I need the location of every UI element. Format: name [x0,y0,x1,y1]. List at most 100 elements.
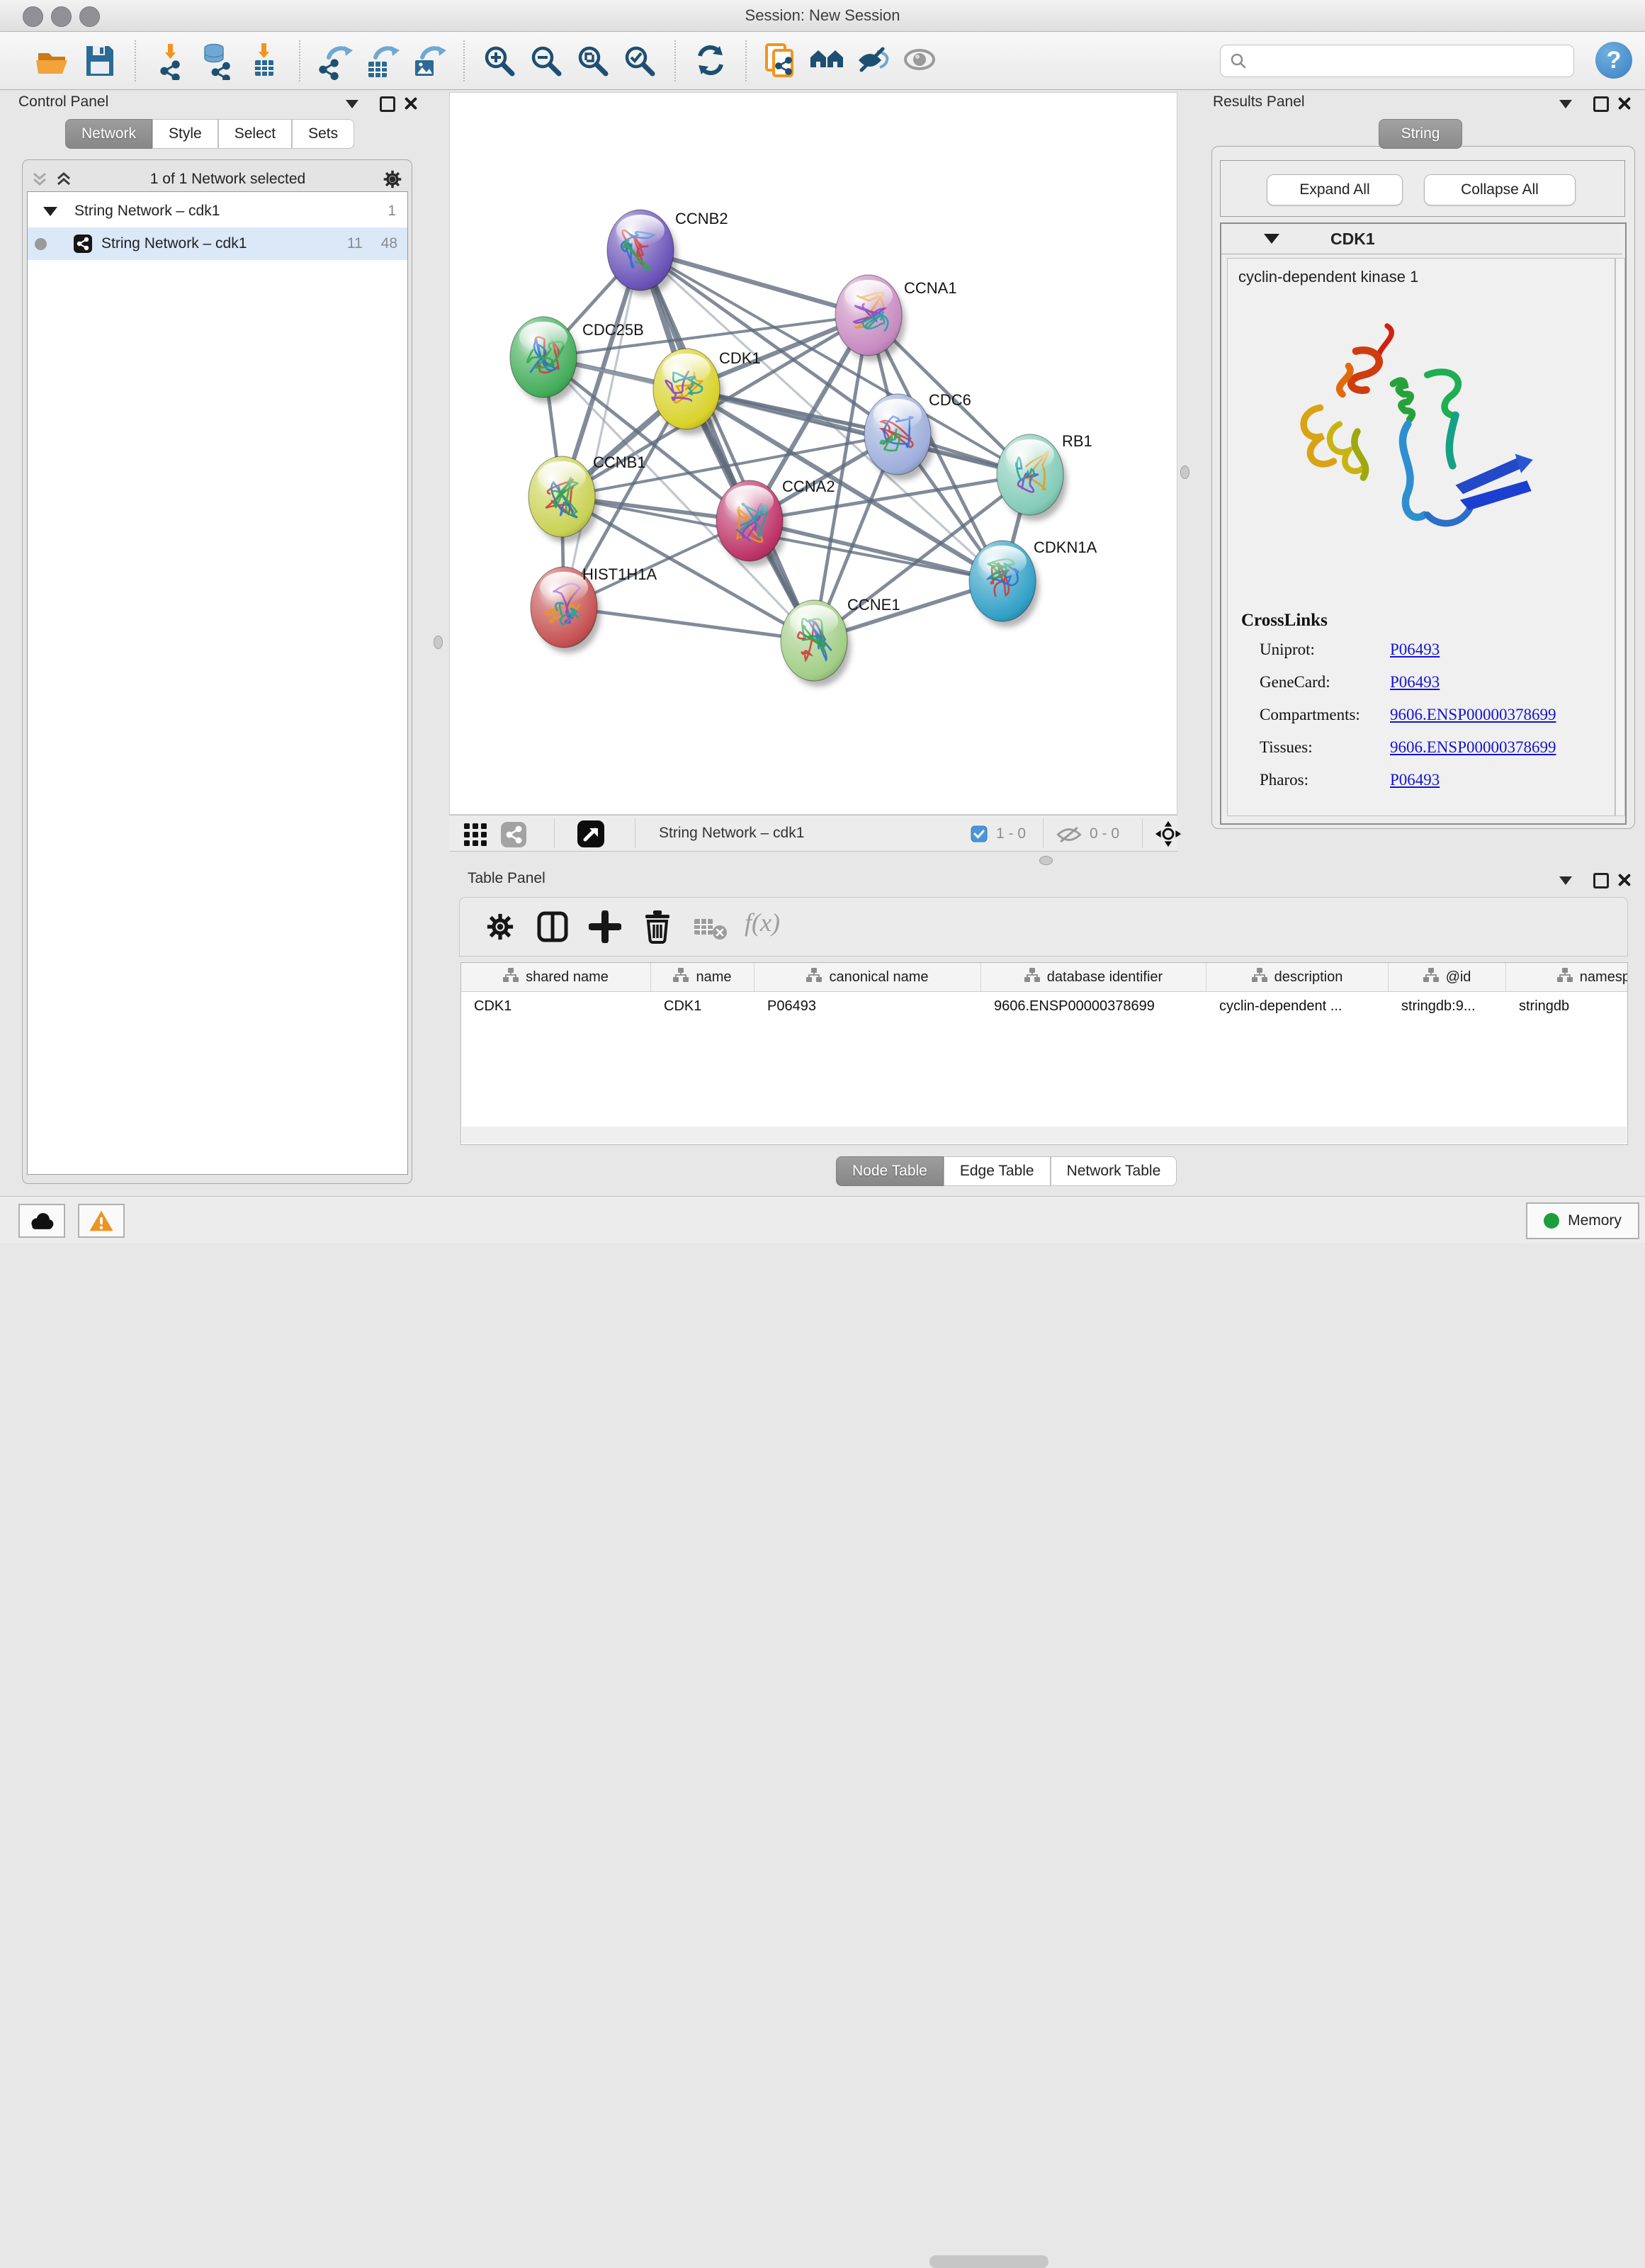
edge-HIST1H1A-CCNE1[interactable] [564,607,814,641]
gene-section-header[interactable]: CDK1 [1221,224,1622,254]
collapse-all-icon[interactable] [30,170,50,188]
table-cell[interactable]: CDK1 [461,991,651,1021]
collapse-all-button[interactable]: Collapse All [1424,174,1576,205]
right-splitter-handle[interactable] [1180,466,1189,479]
selected-checkbox-icon[interactable] [971,825,988,842]
export-image-icon[interactable] [405,38,452,84]
gene-expander-icon[interactable] [1264,234,1279,244]
table-scrollbar-thumb[interactable] [929,2255,1048,2268]
show-all-icon[interactable] [898,38,945,84]
edge-CCNB2-CCNE1[interactable] [640,250,814,641]
function-builder-icon[interactable]: f(x) [745,908,780,937]
memory-button[interactable]: Memory [1526,1202,1639,1239]
collection-expander-icon[interactable] [43,207,57,216]
table-cell[interactable]: P06493 [754,991,981,1021]
zoom-in-icon[interactable] [476,38,523,84]
crosslink-link[interactable]: 9606.ENSP00000378699 [1390,738,1556,757]
tab-node-table[interactable]: Node Table [836,1156,944,1186]
bottom-splitter-handle[interactable] [1039,856,1053,865]
hide-unselected-icon[interactable] [852,38,898,84]
column-header-database-identifier[interactable]: database identifier [981,963,1206,991]
results-panel-float-icon[interactable] [1593,96,1609,115]
show-columns-icon[interactable] [536,910,569,943]
node-CCNE1[interactable] [781,600,851,687]
node-CCNB1[interactable] [528,456,599,543]
tab-network[interactable]: Network [65,119,152,149]
crosslink-link[interactable]: P06493 [1390,771,1440,789]
grid-view-icon[interactable] [463,823,487,847]
network-collection-row[interactable]: String Network – cdk1 1 [28,195,407,227]
cloud-status-button[interactable] [18,1204,65,1238]
share-document-icon[interactable] [758,38,805,84]
help-button[interactable]: ? [1595,42,1632,79]
network-row-selected[interactable]: String Network – cdk1 11 48 [28,227,407,260]
column-header--id[interactable]: @id [1389,963,1506,991]
column-header-namespace[interactable]: namespace [1506,963,1628,991]
table-settings-gear-icon[interactable] [485,912,515,942]
column-header-canonical-name[interactable]: canonical name [754,963,981,991]
node-table[interactable]: shared namenamecanonical namedatabase id… [460,962,1628,1145]
table-panel-float-icon[interactable] [1593,873,1609,892]
import-network-icon[interactable] [147,38,194,84]
results-scrollbar[interactable] [1615,258,1625,816]
node-CDK1[interactable] [653,349,723,435]
column-header-name[interactable]: name [651,963,754,991]
table-horizontal-scrollbar[interactable] [462,1127,1627,1144]
delete-column-trash-icon[interactable] [641,909,674,944]
tab-string[interactable]: String [1379,119,1462,149]
control-panel-menu-icon[interactable] [346,99,358,112]
export-table-icon[interactable] [358,38,405,84]
edge-CDK1-RB1[interactable] [686,389,1030,475]
table-row[interactable]: CDK1CDK1P064939606.ENSP00000378699cyclin… [461,991,1628,1021]
home-network-icon[interactable] [805,38,852,84]
tab-select[interactable]: Select [218,119,292,149]
fit-content-icon[interactable] [1155,820,1182,847]
gear-icon[interactable] [382,169,403,190]
tab-edge-table[interactable]: Edge Table [944,1156,1051,1186]
control-panel-close-icon[interactable] [404,96,418,114]
warning-status-button[interactable] [78,1204,125,1238]
table-cell[interactable]: CDK1 [651,991,754,1021]
search-input[interactable] [1248,52,1573,70]
crosslink-link[interactable]: 9606.ENSP00000378699 [1390,706,1556,724]
zoom-selected-icon[interactable] [616,38,663,84]
table-cell[interactable]: cyclin-dependent ... [1206,991,1389,1021]
tab-style[interactable]: Style [152,119,218,149]
tab-network-table[interactable]: Network Table [1051,1156,1177,1186]
network-canvas[interactable]: CCNB2CCNA1CDC25BCDK1CDC6RB1CCNB1CCNA2CDK… [449,92,1177,815]
node-CCNA2[interactable] [716,480,786,567]
delete-table-icon[interactable] [694,916,728,940]
edge-CCNB2-HIST1H1A[interactable] [564,250,640,607]
save-floppy-icon[interactable] [77,38,123,84]
crosslink-link[interactable]: P06493 [1390,673,1440,692]
expand-all-icon[interactable] [54,170,74,188]
tab-sets[interactable]: Sets [292,119,354,149]
column-header-shared-name[interactable]: shared name [461,963,651,991]
left-splitter-handle[interactable] [434,636,443,649]
table-cell[interactable]: 9606.ENSP00000378699 [981,991,1206,1021]
node-CCNB2[interactable] [607,210,677,296]
zoom-fit-icon[interactable] [570,38,616,84]
node-RB1[interactable] [997,434,1067,521]
network-graph[interactable]: CCNB2CCNA1CDC25BCDK1CDC6RB1CCNB1CCNA2CDK… [450,93,1177,814]
network-list-icon[interactable] [500,821,527,848]
table-cell[interactable]: stringdb:9... [1389,991,1506,1021]
hidden-eye-icon[interactable] [1056,825,1082,845]
zoom-out-icon[interactable] [523,38,570,84]
results-panel-close-icon[interactable] [1617,96,1632,114]
results-panel-menu-icon[interactable] [1559,99,1572,112]
table-panel-menu-icon[interactable] [1559,876,1572,888]
birdseye-view-icon[interactable] [577,820,605,848]
node-CDKN1A[interactable] [969,541,1039,627]
table-panel-close-icon[interactable] [1617,873,1632,891]
export-network-icon[interactable] [312,38,358,84]
column-header-description[interactable]: description [1206,963,1389,991]
add-column-icon[interactable] [589,910,621,943]
control-panel-float-icon[interactable] [380,96,395,115]
import-table-icon[interactable] [241,38,288,84]
open-folder-icon[interactable] [30,38,77,84]
node-CCNA1[interactable] [835,275,905,361]
expand-all-button[interactable]: Expand All [1267,174,1403,205]
crosslink-link[interactable]: P06493 [1390,641,1440,659]
refresh-icon[interactable] [687,38,734,84]
